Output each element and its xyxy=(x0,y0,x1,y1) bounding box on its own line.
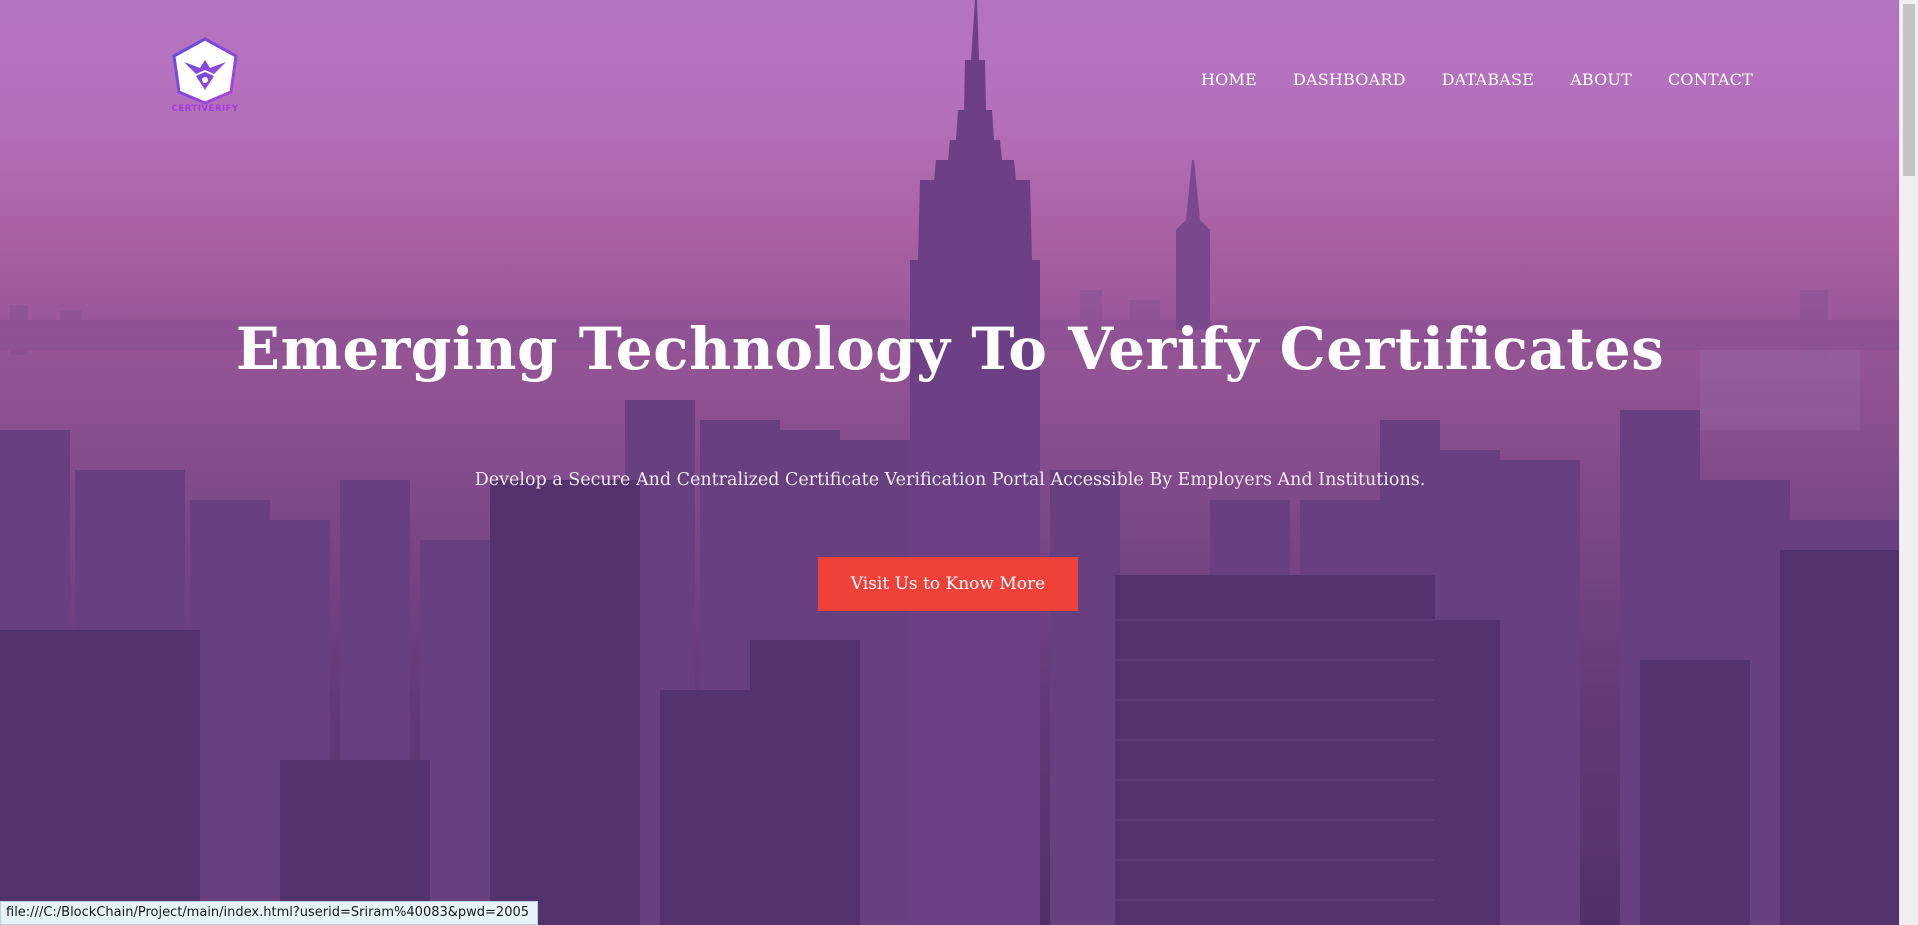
shield-logo-icon xyxy=(172,37,238,105)
visit-us-button[interactable]: Visit Us to Know More xyxy=(818,557,1078,611)
nav-database[interactable]: DATABASE xyxy=(1442,70,1534,89)
logo-text: CERTIVERIFY xyxy=(171,104,239,114)
browser-status-bar: file:///C:/BlockChain/Project/main/index… xyxy=(0,901,539,925)
hero-subtitle: Develop a Secure And Centralized Certifi… xyxy=(474,470,1426,490)
nav-contact[interactable]: CONTACT xyxy=(1668,70,1753,89)
nav-about[interactable]: ABOUT xyxy=(1570,70,1632,89)
main-nav: HOME DASHBOARD DATABASE ABOUT CONTACT xyxy=(1201,70,1753,89)
browser-viewport: CERTIVERIFY HOME DASHBOARD DATABASE ABOU… xyxy=(0,0,1918,925)
hero-title: Emerging Technology To Verify Certificat… xyxy=(235,315,1665,383)
scrollbar-thumb[interactable] xyxy=(1903,4,1915,176)
hero-overlay xyxy=(0,0,1900,925)
vertical-scrollbar[interactable] xyxy=(1899,0,1918,925)
nav-dashboard[interactable]: DASHBOARD xyxy=(1293,70,1406,89)
nav-home[interactable]: HOME xyxy=(1201,70,1257,89)
brand-logo[interactable]: CERTIVERIFY xyxy=(168,36,242,120)
site-header: CERTIVERIFY HOME DASHBOARD DATABASE ABOU… xyxy=(0,0,1900,130)
